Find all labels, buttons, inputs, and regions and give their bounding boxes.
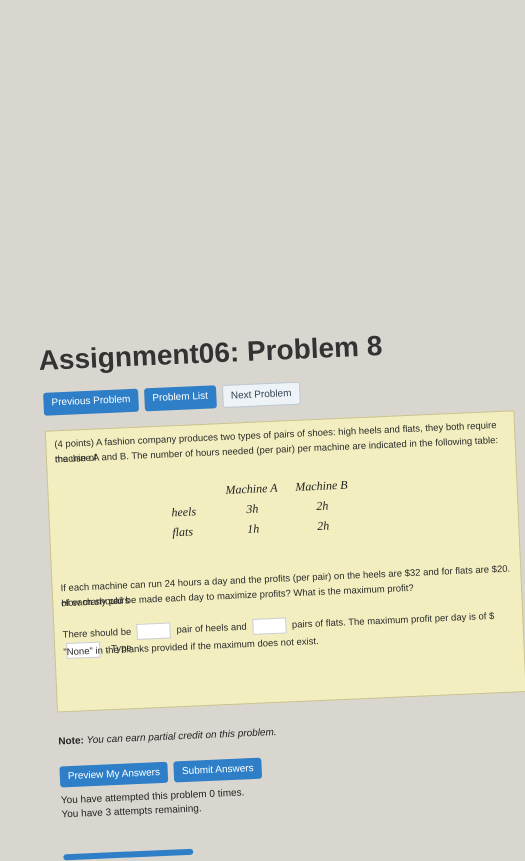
- attempts-info: You have attempted this problem 0 times.…: [61, 786, 246, 822]
- row-label-flats: flats: [171, 523, 194, 539]
- submit-answers-button[interactable]: Submit Answers: [173, 757, 263, 783]
- note-text: You can earn partial credit on this prob…: [86, 726, 277, 747]
- note-label: Note:: [58, 735, 85, 748]
- table-header-machine-a: Machine A: [225, 480, 278, 497]
- cell-heels-machine-b: 2h: [315, 497, 329, 513]
- row-label-heels: heels: [171, 503, 197, 519]
- problem-page: Assignment06: Problem 8 Previous Problem…: [38, 324, 525, 861]
- answer-actions: Preview My Answers Submit Answers: [59, 757, 263, 788]
- cell-heels-machine-a: 3h: [246, 501, 259, 516]
- previous-problem-button[interactable]: Previous Problem: [43, 388, 139, 416]
- table-header-machine-b: Machine B: [294, 477, 348, 494]
- cell-flats-machine-a: 1h: [246, 521, 260, 536]
- problem-box: (4 points) A fashion company produces tw…: [44, 410, 525, 713]
- problem-list-button[interactable]: Problem List: [143, 385, 217, 412]
- flats-answer-input[interactable]: [251, 617, 287, 635]
- problem-nav: Previous Problem Problem List Next Probl…: [43, 381, 301, 416]
- next-problem-button[interactable]: Next Problem: [221, 381, 301, 409]
- cell-flats-machine-b: 2h: [316, 517, 330, 533]
- footer-bar: [63, 848, 194, 861]
- heels-answer-input[interactable]: [136, 622, 172, 640]
- answer-text-b: pair of heels and: [176, 621, 247, 636]
- machine-hours-table: Machine A Machine B heels 3h 2h flats 1h…: [170, 474, 358, 542]
- partial-credit-note: Note: You can earn partial credit on thi…: [58, 727, 277, 748]
- preview-answers-button[interactable]: Preview My Answers: [59, 761, 169, 788]
- page-title: Assignment06: Problem 8: [38, 330, 383, 376]
- answer-text-a: There should be: [62, 626, 132, 641]
